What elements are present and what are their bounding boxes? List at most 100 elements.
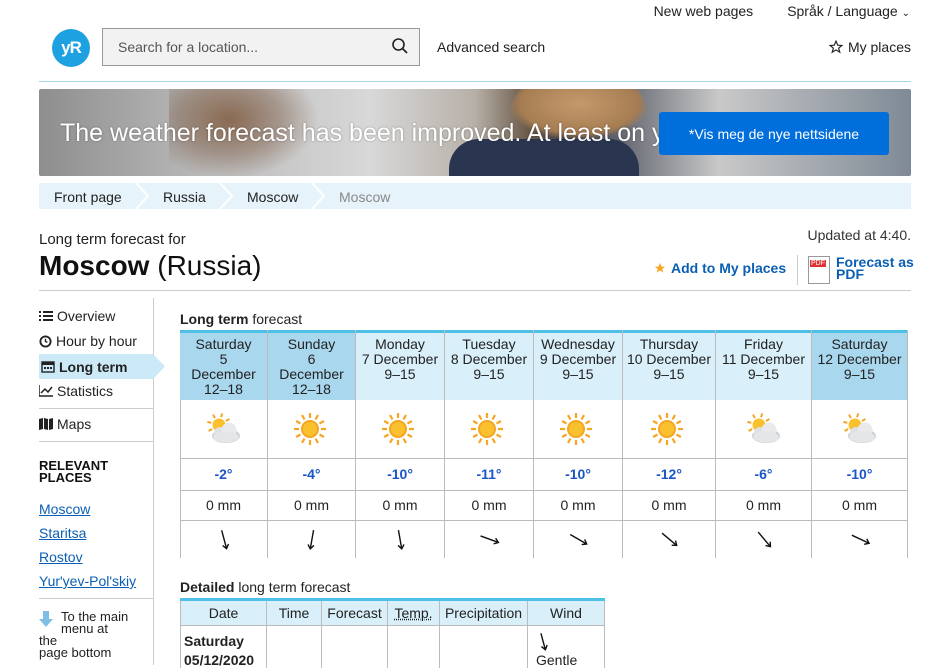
breadcrumb-russia[interactable]: Russia <box>163 189 206 205</box>
sidebar-item-overview[interactable]: Overview <box>39 308 115 324</box>
sidebar-item-long-term[interactable]: Long term <box>39 354 153 379</box>
day-header: Tuesday 8 December 9–15 <box>445 330 533 400</box>
detailed-heading-bold: Detailed <box>180 579 235 595</box>
relevant-place-rostov[interactable]: Rostov <box>39 549 83 565</box>
day-time-range: 9–15 <box>562 366 594 382</box>
day-name: Tuesday <box>462 336 516 352</box>
precipitation: 0 mm <box>623 490 715 521</box>
wind-cell <box>623 520 715 558</box>
row-precip-cell <box>440 625 528 668</box>
detailed-heading-rest: long term forecast <box>234 579 351 595</box>
breadcrumb-front-page[interactable]: Front page <box>54 189 122 205</box>
country-name: (Russia) <box>157 250 262 281</box>
sidebar-nav: Overview Hour by hour Long term Statisti… <box>39 298 165 665</box>
sidebar-item-maps[interactable]: Maps <box>39 416 91 432</box>
temperature: -10° <box>812 458 907 491</box>
wind-cell <box>534 520 622 558</box>
precipitation: 0 mm <box>356 490 444 521</box>
day-time-range: 9–15 <box>653 366 685 382</box>
sidebar-item-label: Hour by hour <box>56 333 137 349</box>
day-name: Sunday <box>287 336 336 352</box>
column-header-time: Time <box>267 601 322 625</box>
forecast-day-column: Saturday 12 December 9–15 -10° 0 mm <box>812 330 908 558</box>
day-time-range: 12–18 <box>292 381 331 397</box>
chart-icon <box>39 385 53 397</box>
column-header-precipitation: Precipitation <box>440 601 528 625</box>
column-header-temp: Temp. <box>388 601 440 625</box>
wind-arrow-icon <box>480 535 500 545</box>
row-time-cell <box>267 625 322 668</box>
language-label: Språk / Language <box>787 3 898 19</box>
top-links: New web pages Språk / Language ⌄ <box>654 3 910 19</box>
page-title: Moscow (Russia) <box>39 250 261 282</box>
my-places-link[interactable]: My places <box>828 39 911 55</box>
day-month: December <box>279 366 344 382</box>
temperature: -10° <box>356 458 444 491</box>
active-item-pointer-icon <box>153 354 165 379</box>
advanced-search-link[interactable]: Advanced search <box>437 39 545 55</box>
relevant-place-staritsa[interactable]: Staritsa <box>39 525 86 541</box>
sidebar-divider <box>39 598 153 599</box>
sidebar-item-hour-by-hour[interactable]: Hour by hour <box>39 333 137 349</box>
day-date: 10 December <box>626 351 712 367</box>
search-icon[interactable] <box>391 37 409 55</box>
day-name: Saturday <box>831 336 888 352</box>
weather-symbol-cell <box>180 400 267 459</box>
relevant-place-yuryev-polskiy[interactable]: Yur'yev-Pol'skiy <box>39 573 136 589</box>
precipitation: 0 mm <box>716 490 811 521</box>
wind-arrow-icon <box>306 530 314 550</box>
wind-arrow-icon <box>661 532 678 547</box>
sun-icon <box>651 413 683 445</box>
row-date-cell: Saturday 05/12/2020 <box>180 625 267 668</box>
sidebar-divider <box>39 441 153 442</box>
temperature: -10° <box>534 458 622 491</box>
temperature: -6° <box>716 458 811 491</box>
sun-icon <box>293 413 326 445</box>
weather-symbol-cell <box>268 400 355 459</box>
row-wind-text: Gentle <box>536 652 578 668</box>
calendar-icon <box>41 361 55 373</box>
day-header: Saturday 5 December 12–18 <box>180 330 267 400</box>
relevant-place-moscow[interactable]: Moscow <box>39 501 90 517</box>
sidebar-item-statistics[interactable]: Statistics <box>39 383 113 399</box>
sidebar-item-label: Maps <box>57 416 92 432</box>
day-header: Saturday 12 December 9–15 <box>812 330 907 400</box>
new-web-pages-link[interactable]: New web pages <box>654 3 754 19</box>
weather-symbol-cell <box>445 400 533 459</box>
language-menu[interactable]: Språk / Language ⌄ <box>787 3 910 19</box>
wind-arrow-icon <box>757 531 771 548</box>
my-places-label: My places <box>847 39 911 55</box>
day-time-range: 9–15 <box>384 366 416 382</box>
day-name: Monday <box>375 336 425 352</box>
to-main-menu-link[interactable]: To the main menu at the page bottom <box>39 610 128 659</box>
forecast-day-column: Friday 11 December 9–15 -6° 0 mm <box>716 330 812 558</box>
day-time-range: 9–15 <box>747 366 780 382</box>
search-box <box>102 28 420 66</box>
yr-logo[interactable]: yR <box>52 29 90 67</box>
sun-icon <box>382 413 414 445</box>
day-date: 11 December <box>721 351 805 367</box>
add-to-my-places-button[interactable]: Add to My places <box>654 260 786 276</box>
relevant-places-heading: RELEVANT PLACES <box>39 459 108 484</box>
forecast-pdf-link[interactable]: PDF Forecast as PDF <box>808 255 914 284</box>
add-to-my-places-label: Add to My places <box>671 260 787 276</box>
day-date: 8 December <box>450 351 528 367</box>
breadcrumb-moscow-region[interactable]: Moscow <box>247 189 298 205</box>
banner-headline: The weather forecast has been improved. … <box>60 119 665 147</box>
pdf-badge: PDF <box>810 260 826 267</box>
long-term-heading-rest: forecast <box>248 311 303 327</box>
partly-cloudy-icon <box>206 413 240 443</box>
day-date: 9 December <box>539 351 617 367</box>
new-site-button[interactable]: *Vis meg de nye nettsidene <box>659 112 889 155</box>
list-icon <box>39 311 53 321</box>
updated-time: Updated at 4:40. <box>807 227 911 243</box>
day-date: 12 December <box>817 351 902 367</box>
sun-icon <box>293 413 326 445</box>
sun-icon <box>471 413 503 445</box>
search-input[interactable] <box>116 38 380 56</box>
long-term-heading-bold: Long term <box>180 311 249 327</box>
place-name: Moscow <box>39 250 150 281</box>
day-name: Saturday <box>195 336 252 352</box>
day-time-range: 9–15 <box>473 366 505 382</box>
breadcrumb-separator-icon <box>135 183 149 209</box>
